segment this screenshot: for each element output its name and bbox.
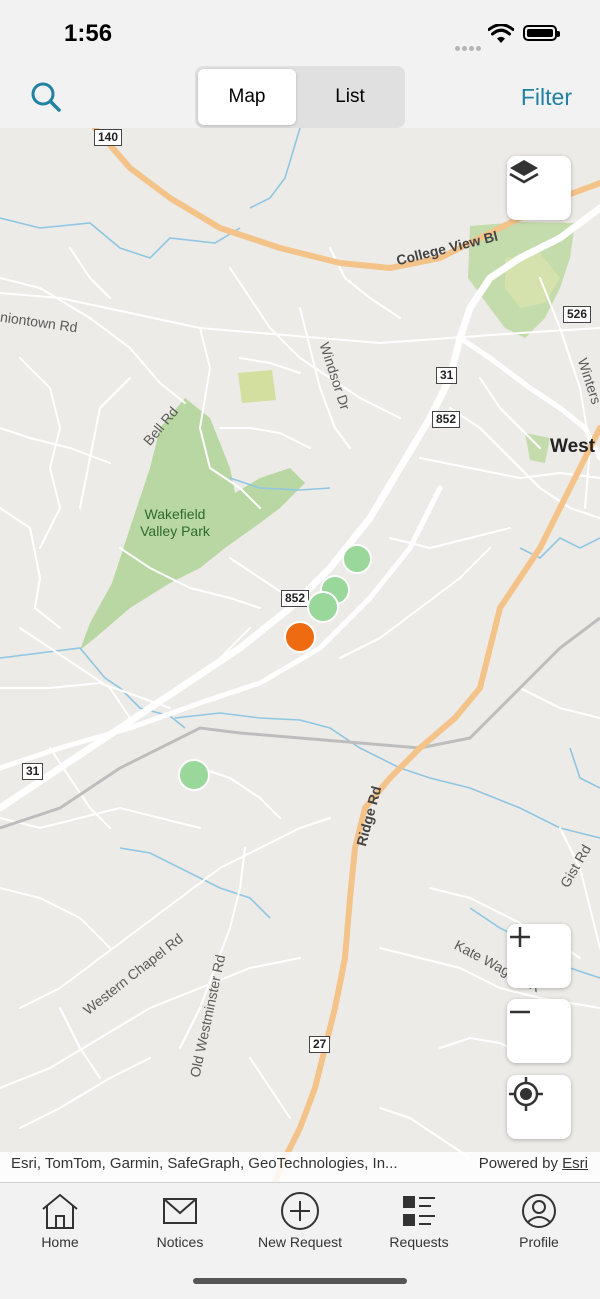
request-marker[interactable] [307, 591, 339, 623]
tab-label: New Request [257, 1234, 343, 1250]
tab-new-request[interactable]: New Request [245, 1191, 355, 1250]
map-view[interactable]: College View Bl niontown Rd Windsor Dr B… [0, 128, 600, 1182]
tab-label: Notices [156, 1234, 204, 1250]
search-icon [31, 82, 61, 112]
search-button[interactable] [30, 81, 62, 113]
park-label: Wakefield Valley Park [140, 506, 210, 539]
layers-icon [509, 160, 539, 184]
home-icon [42, 1193, 78, 1229]
request-marker-in-progress[interactable] [284, 621, 316, 653]
status-bar: 1:56 [0, 0, 600, 66]
map-attribution: Esri, TomTom, Garmin, SafeGraph, GeoTech… [0, 1152, 600, 1182]
tab-label: Requests [389, 1234, 449, 1250]
layers-button[interactable] [507, 156, 571, 220]
route-shield: 526 [563, 306, 592, 323]
request-marker[interactable] [342, 544, 372, 574]
powered-by-label: Powered by [478, 1155, 558, 1172]
map-segment[interactable]: Map [198, 69, 296, 125]
locate-me-button[interactable] [507, 1075, 571, 1139]
tab-label: Profile [519, 1234, 559, 1250]
tab-notices[interactable]: Notices [125, 1191, 235, 1250]
tab-label: Home [41, 1234, 79, 1250]
route-shield: 852 [432, 411, 461, 428]
route-shield: 31 [22, 763, 44, 780]
request-marker[interactable] [178, 759, 210, 791]
cellular-signal-icon [455, 38, 483, 56]
tab-profile[interactable]: Profile [484, 1191, 594, 1250]
powered-by: Powered by Esri [479, 1155, 588, 1172]
home-indicator [193, 1278, 407, 1284]
attribution-text: Esri, TomTom, Garmin, SafeGraph, GeoTech… [11, 1155, 398, 1172]
tab-home[interactable]: Home [5, 1191, 115, 1250]
envelope-icon [163, 1198, 197, 1224]
list-segment[interactable]: List [301, 69, 399, 125]
plus-icon [510, 927, 530, 947]
zoom-out-button[interactable] [507, 999, 571, 1063]
person-icon [522, 1194, 556, 1228]
list-icon [403, 1196, 435, 1226]
view-mode-segmented-control: Map List [195, 66, 405, 128]
top-toolbar: Map List Filter [0, 66, 600, 128]
minus-icon [510, 1010, 530, 1014]
tab-requests[interactable]: Requests [364, 1191, 474, 1250]
status-time: 1:56 [64, 20, 113, 47]
route-shield: 140 [94, 129, 123, 146]
route-shield: 27 [309, 1036, 331, 1053]
zoom-in-button[interactable] [507, 924, 571, 988]
route-shield: 852 [281, 590, 310, 607]
esri-link[interactable]: Esri [562, 1155, 588, 1172]
locate-icon [509, 1077, 543, 1111]
wifi-icon [488, 24, 514, 43]
filter-button[interactable]: Filter [521, 84, 572, 111]
plus-circle-icon [281, 1192, 319, 1230]
route-shield: 31 [436, 367, 458, 384]
battery-icon [523, 25, 560, 41]
place-label-west: West [550, 436, 596, 457]
